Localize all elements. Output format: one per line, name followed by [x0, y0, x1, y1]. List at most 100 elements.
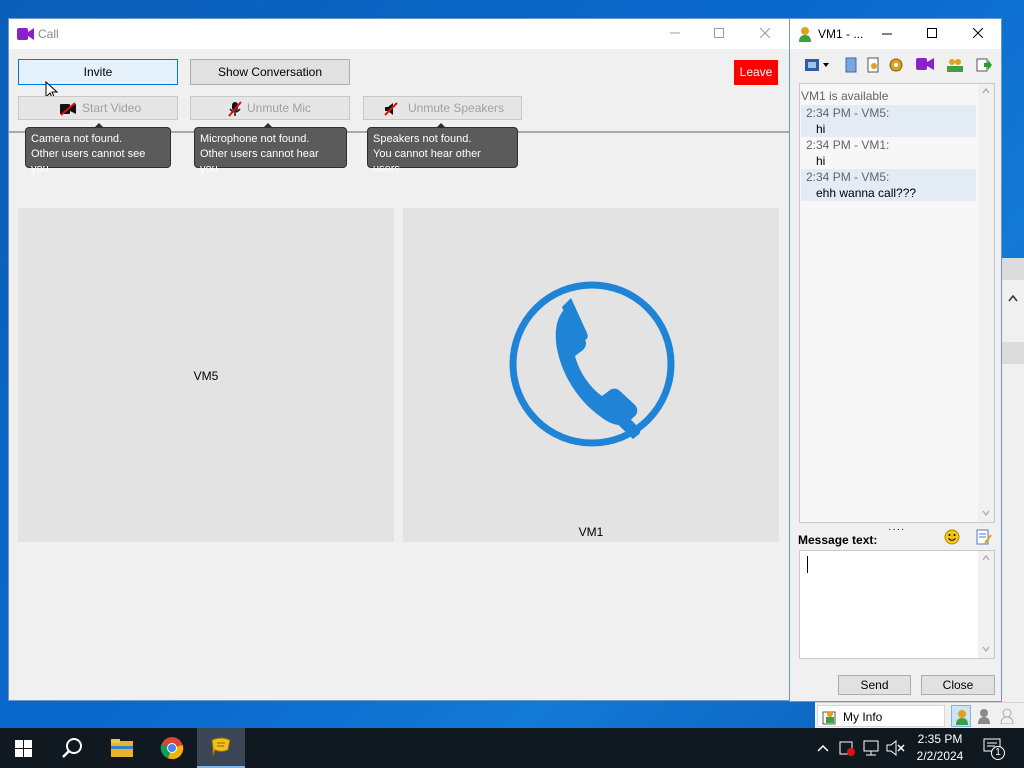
message-item: 2:34 PM - VM1: hi	[801, 137, 976, 169]
message-header: 2:34 PM - VM5:	[806, 106, 890, 120]
start-video-button[interactable]: Start Video	[18, 96, 178, 120]
mic-off-icon	[228, 101, 242, 117]
video-off-icon	[60, 102, 76, 116]
input-scrollbar[interactable]	[978, 551, 994, 658]
file-explorer-icon[interactable]	[110, 738, 134, 758]
participant-panel-vm1: VM1	[403, 208, 779, 542]
bg-window-band	[1002, 342, 1024, 364]
phone-call-icon	[509, 281, 675, 447]
im-window: VM1 - ... VM1 is available 2:34 PM - VM5…	[789, 18, 1002, 702]
message-scrollbar[interactable]	[978, 84, 994, 522]
file-transfer-icon[interactable]	[866, 57, 880, 73]
unmute-mic-label: Unmute Mic	[247, 101, 312, 115]
maximize-icon[interactable]	[927, 28, 937, 38]
maximize-icon	[714, 28, 724, 38]
smiley-icon[interactable]	[944, 529, 960, 545]
my-info-button[interactable]: My Info	[817, 705, 945, 727]
user-online-icon	[956, 710, 968, 725]
status-line: VM1 is available	[801, 89, 889, 103]
scroll-down-icon[interactable]	[982, 646, 990, 652]
leave-chat-icon[interactable]	[976, 57, 992, 73]
user-icon	[799, 27, 811, 42]
participant-panel-vm5: VM5	[18, 208, 394, 542]
messenger-taskbar-button[interactable]	[197, 728, 245, 768]
speakers-tooltip-line2: You cannot hear other users.	[373, 148, 481, 175]
video-camera-icon	[17, 28, 34, 40]
add-users-icon[interactable]	[946, 57, 964, 73]
im-window-title: VM1 - ...	[818, 27, 864, 41]
minimize-icon	[670, 32, 680, 34]
message-header: 2:34 PM - VM5:	[806, 170, 890, 184]
messenger-icon	[211, 737, 231, 757]
im-title-bar[interactable]: VM1 - ...	[790, 19, 1001, 49]
unmute-speakers-button[interactable]: Unmute Speakers	[363, 96, 522, 120]
clock-date: 2/2/2024	[916, 749, 964, 763]
notification-center-button[interactable]: 1	[983, 738, 1007, 760]
splitter-grip[interactable]: ····	[888, 524, 905, 535]
close-window-button[interactable]	[742, 19, 788, 49]
volume-muted-icon[interactable]	[886, 739, 906, 757]
close-icon	[759, 27, 771, 39]
video-call-icon[interactable]	[916, 58, 934, 70]
network-icon[interactable]	[862, 739, 880, 757]
mic-tooltip-line1: Microphone not found.	[200, 133, 310, 145]
emoticons-menu-icon[interactable]	[804, 58, 830, 72]
bg-window-band	[1002, 258, 1024, 280]
close-icon[interactable]	[973, 28, 983, 38]
invite-button[interactable]: Invite	[18, 59, 178, 85]
start-video-label: Start Video	[82, 101, 142, 115]
minimize-icon[interactable]	[882, 29, 892, 39]
chrome-icon[interactable]	[160, 736, 184, 760]
scroll-up-icon[interactable]	[982, 88, 990, 94]
leave-button[interactable]: Leave	[734, 60, 778, 85]
camera-tooltip-line1: Camera not found.	[31, 133, 123, 145]
show-conversation-button[interactable]: Show Conversation	[190, 59, 350, 85]
message-body: ehh wanna call???	[816, 186, 917, 200]
history-icon[interactable]	[844, 57, 858, 73]
notification-badge: 1	[991, 746, 1005, 760]
status-online-button[interactable]	[951, 705, 971, 727]
participant-name: VM1	[578, 525, 604, 539]
contact-bar: My Info	[815, 702, 1024, 728]
clock-time: 2:35 PM	[917, 732, 963, 746]
message-body: hi	[816, 154, 826, 168]
my-info-label: My Info	[843, 710, 883, 724]
maximize-button[interactable]	[696, 19, 742, 49]
participant-name: VM5	[193, 369, 219, 383]
call-title-bar[interactable]: Call	[9, 19, 789, 49]
settings-icon[interactable]	[888, 57, 904, 73]
clock[interactable]: 2:35 PM 2/2/2024	[910, 732, 970, 763]
scroll-up-icon[interactable]	[982, 555, 990, 561]
message-text-label: Message text:	[798, 533, 878, 547]
unmute-mic-button[interactable]: Unmute Mic	[190, 96, 350, 120]
camera-tooltip: Camera not found. Other users cannot see…	[25, 123, 171, 175]
message-input[interactable]	[799, 550, 995, 659]
show-hidden-icons-icon[interactable]	[817, 744, 829, 752]
windows-start-icon[interactable]	[15, 740, 32, 757]
format-text-icon[interactable]	[976, 529, 992, 545]
user-away-icon[interactable]	[977, 708, 991, 724]
text-cursor	[807, 556, 808, 573]
speakers-tooltip-line1: Speakers not found.	[373, 133, 472, 145]
scroll-down-icon[interactable]	[982, 510, 990, 516]
mic-tooltip-line2: Other users cannot hear you.	[200, 148, 319, 175]
security-alert-icon[interactable]	[838, 739, 856, 757]
message-header: 2:34 PM - VM1:	[806, 138, 890, 152]
taskbar: 2:35 PM 2/2/2024 1	[0, 728, 1024, 768]
chevron-up-icon[interactable]	[1008, 294, 1018, 302]
speaker-off-icon	[384, 102, 398, 116]
minimize-button[interactable]	[652, 19, 698, 49]
message-item: 2:34 PM - VM5: ehh wanna call???	[801, 169, 976, 201]
camera-tooltip-line2: Other users cannot see you.	[31, 148, 146, 175]
my-info-icon	[822, 711, 836, 725]
message-history[interactable]: VM1 is available 2:34 PM - VM5: hi 2:34 …	[799, 83, 995, 523]
search-icon[interactable]	[61, 737, 83, 759]
close-button[interactable]: Close	[921, 675, 995, 695]
send-button[interactable]: Send	[838, 675, 911, 695]
background-window-edge	[1002, 258, 1024, 702]
call-window-title: Call	[38, 27, 59, 41]
message-body: hi	[816, 122, 826, 136]
call-window: Call Invite Show Conversation Leave Star…	[8, 18, 790, 701]
user-offline-icon[interactable]	[1000, 708, 1014, 724]
microphone-tooltip: Microphone not found. Other users cannot…	[194, 123, 347, 175]
